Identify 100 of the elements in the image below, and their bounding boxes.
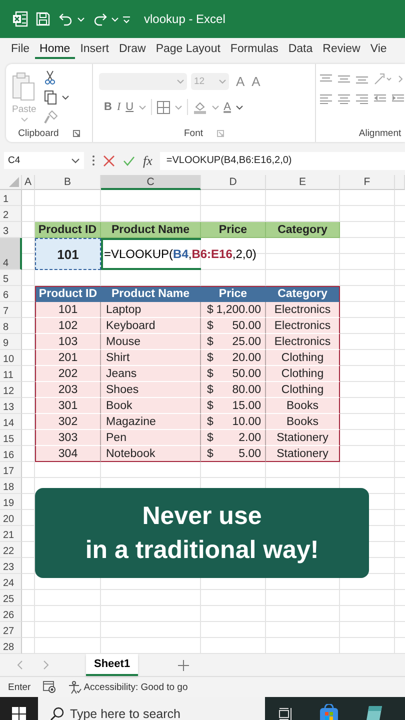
row-number[interactable]: 6 xyxy=(0,286,22,302)
table-cell: $ 80.00 xyxy=(201,382,266,398)
row-number[interactable]: 3 xyxy=(0,222,22,238)
table-cell: 302 xyxy=(35,414,101,430)
grow-font-button[interactable]: A xyxy=(236,74,245,89)
table-header-cell: Category xyxy=(266,286,340,302)
table-cell: Notebook xyxy=(101,446,201,462)
font-color-button[interactable]: A xyxy=(224,101,231,113)
table-cell: Clothing xyxy=(266,366,340,382)
row-number[interactable]: 4 xyxy=(0,238,22,270)
group-label: Font xyxy=(184,128,203,138)
ribbon-tab[interactable]: Data xyxy=(283,41,318,59)
table-cell: Jeans xyxy=(101,366,201,382)
taskbar-search-field[interactable]: Type here to search xyxy=(38,697,265,720)
table-cell: 102 xyxy=(35,318,101,334)
lookup-value-cell: 101 xyxy=(35,238,101,270)
row-number[interactable]: 25 xyxy=(0,590,22,606)
column-header[interactable]: A xyxy=(22,175,35,190)
row-number[interactable]: 24 xyxy=(0,574,22,590)
table-cell: Books xyxy=(266,398,340,414)
row-number[interactable]: 13 xyxy=(0,398,22,414)
table-cell: Clothing xyxy=(266,350,340,366)
table-cell: Electronics xyxy=(266,318,340,334)
table-cell: Pen xyxy=(101,430,201,446)
table-cell: $ 1,200.00 xyxy=(201,302,266,318)
accessibility-status[interactable]: Accessibility: Good to go xyxy=(84,682,188,692)
shrink-font-button[interactable]: A xyxy=(252,74,260,89)
row-number[interactable]: 26 xyxy=(0,606,22,622)
table-cell: 202 xyxy=(35,366,101,382)
row-number[interactable]: 21 xyxy=(0,526,22,542)
ribbon-tab[interactable]: Draw xyxy=(114,41,151,59)
table-header-cell: Product Name xyxy=(101,286,201,302)
table-header-cell: Price xyxy=(201,286,266,302)
table-cell: Laptop xyxy=(101,302,201,318)
row-number[interactable]: 2 xyxy=(0,206,22,222)
row-number[interactable]: 14 xyxy=(0,414,22,430)
row-number[interactable]: 15 xyxy=(0,430,22,446)
header-cell: Product Name xyxy=(101,222,201,238)
caption-text: Never use xyxy=(142,501,262,532)
header-cell: Category xyxy=(266,222,340,238)
table-cell: 201 xyxy=(35,350,101,366)
italic-button[interactable]: I xyxy=(116,101,121,113)
row-number[interactable]: 17 xyxy=(0,462,22,478)
underline-button[interactable]: U xyxy=(126,101,134,113)
table-cell: $ 20.00 xyxy=(201,350,266,366)
window-title: vlookup - Excel xyxy=(144,12,226,26)
table-cell: 101 xyxy=(35,302,101,318)
insert-function-button[interactable]: fx xyxy=(143,152,152,168)
row-number[interactable]: 20 xyxy=(0,510,22,526)
table-cell: Stationery xyxy=(266,446,340,462)
column-header[interactable]: F xyxy=(340,175,395,190)
name-box[interactable]: C4 xyxy=(4,152,84,169)
ribbon-tab[interactable]: Home xyxy=(34,41,76,59)
table-cell: 301 xyxy=(35,398,101,414)
ribbon-tab[interactable]: Page Layout xyxy=(150,41,226,59)
row-number[interactable]: 10 xyxy=(0,350,22,366)
group-label: Clipboard xyxy=(18,128,59,138)
ribbon-tab[interactable]: Insert xyxy=(75,41,114,59)
row-number[interactable]: 8 xyxy=(0,318,22,334)
row-number[interactable]: 27 xyxy=(0,622,22,638)
ribbon-tab[interactable]: Review xyxy=(318,41,366,59)
status-mode: Enter xyxy=(8,682,31,692)
table-cell: Books xyxy=(266,414,340,430)
table-cell: $ 2.00 xyxy=(201,430,266,446)
row-number[interactable]: 9 xyxy=(0,334,22,350)
column-header[interactable]: D xyxy=(201,175,266,190)
row-number[interactable]: 22 xyxy=(0,542,22,558)
row-number[interactable]: 5 xyxy=(0,270,22,286)
row-number[interactable]: 11 xyxy=(0,366,22,382)
table-cell: 303 xyxy=(35,430,101,446)
ribbon-tab[interactable]: Vie xyxy=(365,41,392,59)
table-cell: 304 xyxy=(35,446,101,462)
sheet-tab[interactable]: Sheet1 xyxy=(86,654,138,676)
row-number[interactable]: 1 xyxy=(0,190,22,206)
table-cell: $ 15.00 xyxy=(201,398,266,414)
table-cell: Clothing xyxy=(266,382,340,398)
row-number[interactable]: 7 xyxy=(0,302,22,318)
table-cell: $ 5.00 xyxy=(201,446,266,462)
table-cell: Keyboard xyxy=(101,318,201,334)
row-number[interactable]: 18 xyxy=(0,478,22,494)
table-cell: Stationery xyxy=(266,430,340,446)
group-label: Alignment xyxy=(358,128,402,138)
ribbon-tab[interactable]: Formulas xyxy=(225,41,284,59)
caption-text: in a traditional way! xyxy=(85,535,319,566)
column-header[interactable]: E xyxy=(266,175,340,190)
table-cell: Book xyxy=(101,398,201,414)
column-header[interactable]: C xyxy=(101,175,201,190)
table-cell: $ 25.00 xyxy=(201,334,266,350)
row-number[interactable]: 28 xyxy=(0,638,22,654)
ribbon-tab[interactable]: File xyxy=(6,41,35,59)
row-number[interactable]: 16 xyxy=(0,446,22,462)
table-cell: Shoes xyxy=(101,382,201,398)
table-cell: $ 50.00 xyxy=(201,366,266,382)
formula-input[interactable]: =VLOOKUP(B4,B6:E16,2,0) xyxy=(160,152,405,170)
bold-button[interactable]: B xyxy=(104,101,112,113)
row-number[interactable]: 12 xyxy=(0,382,22,398)
row-number[interactable]: 19 xyxy=(0,494,22,510)
table-cell: 103 xyxy=(35,334,101,350)
row-number[interactable]: 23 xyxy=(0,558,22,574)
table-header-cell: Product ID xyxy=(35,286,101,302)
